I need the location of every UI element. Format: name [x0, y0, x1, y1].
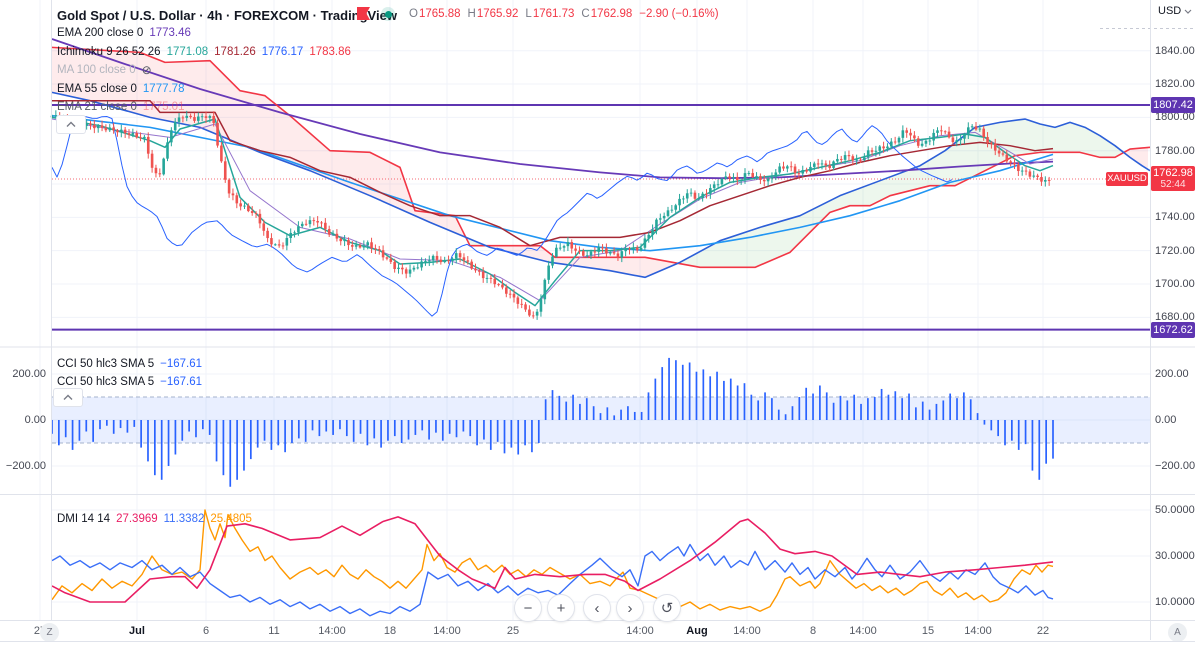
- time-axis-label: 22: [1036, 625, 1050, 637]
- indicator-label: EMA 21 close 0: [57, 100, 137, 113]
- scroll-right-button[interactable]: ›: [616, 594, 644, 622]
- dmi-axis-label: 10.0000: [1155, 596, 1195, 608]
- dmi-axis-label: 30.0000: [1155, 550, 1195, 562]
- dmi-axis-label: 50.0000: [1155, 504, 1195, 516]
- indicator-value: 1781.26: [214, 45, 256, 58]
- candlestick-series: [50, 110, 1051, 320]
- price-axis-label: 1720.00: [1155, 244, 1195, 257]
- indicator-value: 1771.08: [166, 45, 209, 58]
- last-price-value: 1762.98: [1153, 167, 1193, 180]
- visibility-off-icon[interactable]: ⊘: [142, 64, 152, 76]
- time-axis-label: Aug: [686, 625, 708, 637]
- reset-chart-button[interactable]: ↺: [653, 594, 681, 622]
- indicator-value: 1773.46: [149, 26, 191, 39]
- indicator-value: 25.4805: [210, 512, 252, 525]
- time-axis-label: 14:00: [733, 625, 761, 637]
- ohlc-item: O1765.88: [409, 8, 461, 20]
- time-axis-label: 14:00: [964, 625, 992, 637]
- scroll-left-button[interactable]: ‹: [583, 594, 611, 622]
- cci-axis-label: −200.00: [1155, 460, 1195, 472]
- ohlc-item: H1765.92: [467, 8, 519, 20]
- price-axis-label: 1840.00: [1155, 44, 1195, 57]
- auto-scale-button[interactable]: A: [1168, 623, 1187, 642]
- cci-axis-label: 200.00: [1155, 368, 1189, 380]
- dmi-indicator-row[interactable]: DMI 14 14 27.3969 11.3382 25.4805: [57, 511, 252, 526]
- indicator-value: −167.61: [160, 375, 203, 388]
- time-axis-label: 18: [383, 625, 397, 637]
- ohlc-item: C1762.98: [581, 8, 633, 20]
- cci-axis-label-left: 200.00: [12, 368, 46, 380]
- market-status-icon[interactable]: [381, 7, 395, 21]
- symbol-price-tag: XAUUSD: [1106, 172, 1148, 186]
- time-axis-label: 11: [268, 625, 280, 637]
- indicator-label: CCI 50 hlc3 SMA 5: [57, 375, 155, 388]
- indicator-value: 1775.01: [142, 100, 185, 113]
- indicator-value: 1776.17: [261, 45, 304, 58]
- price-axis-label: 1740.00: [1155, 211, 1195, 224]
- price-level-badge: 1672.62: [1151, 321, 1195, 338]
- indicator-value: 1777.78: [142, 82, 185, 95]
- main-indicator-row[interactable]: EMA 55 close 0 1777.78: [57, 81, 184, 96]
- currency-label: USD: [1158, 5, 1182, 17]
- indicator-label: Ichimoku 9 26 52 26: [57, 45, 161, 58]
- change-value: −2.90 (−0.16%): [639, 8, 719, 20]
- cci-axis-label-left: 0.00: [24, 414, 46, 426]
- indicator-value: −167.61: [160, 357, 203, 370]
- indicator-label: DMI 14 14: [57, 512, 111, 525]
- price-axis-label: 1780.00: [1155, 144, 1195, 157]
- cci-indicator-row[interactable]: CCI 50 hlc3 SMA 5 −167.61: [57, 374, 202, 389]
- collapse-main-pane-button[interactable]: [56, 115, 86, 134]
- chevron-down-icon: [1184, 9, 1192, 14]
- price-level-badge: 1807.42: [1151, 96, 1195, 113]
- bar-countdown: 52:44: [1160, 179, 1186, 191]
- indicator-value: 27.3969: [116, 512, 158, 525]
- time-axis-label: 15: [921, 625, 935, 637]
- chevron-up-icon: [63, 394, 73, 400]
- time-axis-label: 14:00: [849, 625, 877, 637]
- ohlc-item: L1761.73: [525, 8, 575, 20]
- ohlc-values: O1765.88 H1765.92 L1761.73 C1762.98 −2.90 (−…: [409, 8, 719, 20]
- ichimoku-cloud: [52, 47, 1148, 278]
- cci-indicator-row[interactable]: CCI 50 hlc3 SMA 5 −167.61: [57, 356, 202, 371]
- indicator-value: 1783.86: [309, 45, 351, 58]
- cci-axis-label: 0.00: [1155, 414, 1177, 426]
- zoom-out-button[interactable]: −: [514, 594, 542, 622]
- indicator-value: 11.3382: [163, 512, 205, 525]
- price-axis-currency-menu[interactable]: USD: [1158, 5, 1192, 17]
- main-indicator-row[interactable]: EMA 21 close 0 1775.01: [57, 99, 184, 114]
- time-axis-label: 14:00: [433, 625, 461, 637]
- time-axis-label: 6: [202, 625, 210, 637]
- chevron-up-icon: [66, 121, 76, 127]
- time-axis-label: 8: [809, 625, 817, 637]
- cci-pane: [51, 357, 1150, 487]
- main-indicator-row[interactable]: EMA 200 close 0 1773.46: [57, 25, 191, 40]
- time-axis-label: 14:00: [626, 625, 654, 637]
- symbol-title[interactable]: Gold Spot / U.S. Dollar · 4h · FOREXCOM …: [57, 6, 397, 24]
- last-price-badge: 1762.98 52:44: [1151, 166, 1195, 192]
- time-axis-label: 25: [506, 625, 520, 637]
- zoom-in-button[interactable]: +: [547, 594, 575, 622]
- time-axis-label: Jul: [129, 625, 145, 637]
- indicator-label: MA 100 close 0: [57, 63, 136, 76]
- price-axis-label: 1700.00: [1155, 278, 1195, 290]
- time-axis-label: 14:00: [318, 625, 346, 637]
- timezone-button[interactable]: Z: [40, 623, 59, 642]
- cci-axis-label-left: −200.00: [5, 460, 46, 472]
- tradingview-chart-window: Gold Spot / U.S. Dollar · 4h · FOREXCOM …: [0, 0, 1195, 654]
- indicator-label: EMA 55 close 0: [57, 82, 137, 95]
- indicator-label: CCI 50 hlc3 SMA 5: [57, 357, 155, 370]
- indicator-label: EMA 200 close 0: [57, 26, 144, 39]
- main-indicator-row[interactable]: Ichimoku 9 26 52 26 1771.08 1781.26 1776.17…: [57, 44, 351, 59]
- collapse-cci-pane-button[interactable]: [53, 388, 83, 407]
- price-axis-label: 1820.00: [1155, 78, 1195, 91]
- main-indicator-row[interactable]: MA 100 close 0 ⊘: [57, 62, 152, 77]
- bottom-divider: [0, 641, 1195, 642]
